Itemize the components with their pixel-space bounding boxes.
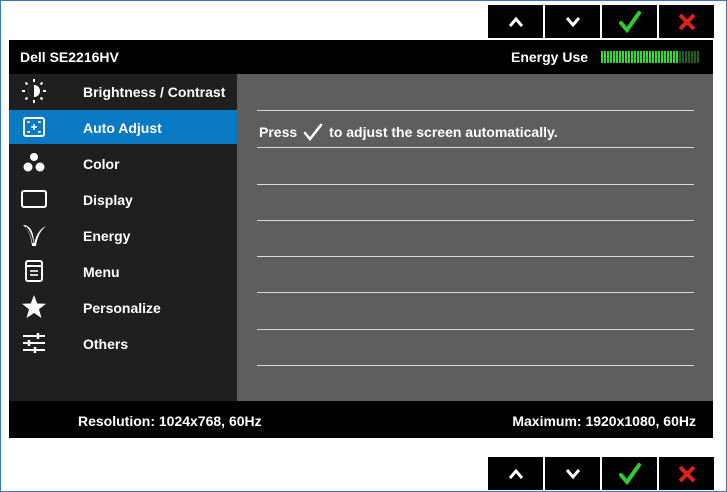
energy-meter-bar bbox=[676, 51, 678, 63]
menu-item-others[interactable]: Others bbox=[9, 326, 237, 360]
energy-meter-bar bbox=[616, 51, 618, 63]
energy-meter-bar bbox=[685, 51, 687, 63]
menu-item-menu[interactable]: Menu bbox=[9, 254, 237, 288]
osd-panel: Dell SE2216HV Energy Use Brightness / Co… bbox=[9, 40, 713, 438]
menu-item-label: Others bbox=[83, 336, 129, 352]
color-dots-icon bbox=[21, 150, 47, 176]
energy-meter-bar bbox=[694, 51, 696, 63]
content-row bbox=[257, 184, 694, 221]
menu-item-display[interactable]: Display bbox=[9, 182, 237, 216]
close-icon bbox=[678, 465, 695, 482]
caret-down-icon bbox=[565, 16, 580, 27]
top-button-bar bbox=[488, 5, 714, 38]
energy-meter-bar bbox=[673, 51, 675, 63]
energy-meter-bar bbox=[640, 51, 642, 63]
content-row bbox=[257, 256, 694, 293]
exit-button[interactable] bbox=[659, 457, 714, 490]
energy-meter-bar bbox=[613, 51, 615, 63]
energy-meter-bar bbox=[658, 51, 660, 63]
energy-meter-bar bbox=[643, 51, 645, 63]
ok-button[interactable] bbox=[602, 457, 657, 490]
menu-item-auto-adjust[interactable]: Auto Adjust bbox=[9, 110, 237, 144]
brightness-icon bbox=[21, 78, 47, 104]
energy-meter-bar bbox=[670, 51, 672, 63]
menu-item-brightness-contrast[interactable]: Brightness / Contrast bbox=[9, 74, 237, 108]
up-button[interactable] bbox=[488, 5, 543, 38]
energy-meter-bar bbox=[661, 51, 663, 63]
auto-adjust-icon bbox=[21, 114, 47, 140]
press-label: Press bbox=[259, 124, 298, 140]
bottom-button-bar bbox=[488, 457, 714, 490]
display-icon bbox=[21, 186, 47, 212]
energy-meter-bar bbox=[601, 51, 603, 63]
main-menu: Brightness / Contrast Auto Adjust Color … bbox=[9, 74, 237, 401]
energy-meter bbox=[601, 51, 699, 63]
content-row bbox=[257, 329, 694, 366]
menu-item-label: Energy bbox=[83, 228, 131, 244]
energy-meter-bar bbox=[646, 51, 648, 63]
menu-item-label: Brightness / Contrast bbox=[83, 84, 226, 100]
menu-item-color[interactable]: Color bbox=[9, 146, 237, 180]
menu-item-energy[interactable]: Energy bbox=[9, 218, 237, 252]
close-icon bbox=[678, 13, 695, 30]
content-row bbox=[257, 293, 694, 330]
menu-item-personalize[interactable]: Personalize bbox=[9, 290, 237, 324]
energy-meter-bar bbox=[628, 51, 630, 63]
energy-meter-bar bbox=[649, 51, 651, 63]
current-resolution: Resolution: 1024x768, 60Hz bbox=[78, 413, 262, 429]
energy-meter-bar bbox=[634, 51, 636, 63]
down-button[interactable] bbox=[545, 5, 600, 38]
energy-meter-bar bbox=[697, 51, 699, 63]
check-icon bbox=[618, 462, 641, 485]
energy-meter-bar bbox=[631, 51, 633, 63]
instruction-text: to adjust the screen automatically. bbox=[329, 124, 558, 140]
content-row bbox=[257, 220, 694, 257]
caret-up-icon bbox=[508, 16, 523, 27]
model-name: Dell SE2216HV bbox=[20, 49, 119, 65]
menu-item-label: Menu bbox=[83, 264, 120, 280]
energy-meter-bar bbox=[625, 51, 627, 63]
down-button[interactable] bbox=[545, 457, 600, 490]
menu-item-label: Personalize bbox=[83, 300, 161, 316]
content-panel: Press to adjust the screen automatically… bbox=[237, 74, 713, 401]
maximum-resolution: Maximum: 1920x1080, 60Hz bbox=[512, 413, 696, 429]
energy-meter-bar bbox=[679, 51, 681, 63]
osd-footer: Resolution: 1024x768, 60Hz Maximum: 1920… bbox=[9, 401, 713, 438]
energy-meter-bar bbox=[688, 51, 690, 63]
energy-meter-bar bbox=[655, 51, 657, 63]
menu-item-label: Color bbox=[83, 156, 120, 172]
leaf-icon bbox=[21, 222, 47, 248]
content-row-instruction: Press to adjust the screen automatically… bbox=[257, 111, 694, 148]
check-icon bbox=[303, 123, 323, 141]
energy-meter-bar bbox=[607, 51, 609, 63]
check-icon bbox=[618, 10, 641, 33]
energy-meter-bar bbox=[691, 51, 693, 63]
osd-header: Dell SE2216HV Energy Use bbox=[9, 40, 713, 74]
star-icon bbox=[21, 294, 47, 320]
caret-up-icon bbox=[508, 468, 523, 479]
energy-use-label: Energy Use bbox=[511, 49, 589, 65]
energy-meter-bar bbox=[610, 51, 612, 63]
energy-meter-bar bbox=[604, 51, 606, 63]
energy-meter-bar bbox=[619, 51, 621, 63]
ok-button[interactable] bbox=[602, 5, 657, 38]
energy-meter-bar bbox=[622, 51, 624, 63]
energy-meter-bar bbox=[637, 51, 639, 63]
energy-meter-bar bbox=[652, 51, 654, 63]
menu-item-label: Display bbox=[83, 192, 133, 208]
content-row bbox=[257, 74, 694, 111]
sliders-icon bbox=[21, 330, 47, 356]
caret-down-icon bbox=[565, 468, 580, 479]
energy-meter-bar bbox=[682, 51, 684, 63]
menu-icon bbox=[21, 258, 47, 284]
energy-meter-bar bbox=[667, 51, 669, 63]
up-button[interactable] bbox=[488, 457, 543, 490]
exit-button[interactable] bbox=[659, 5, 714, 38]
menu-item-label: Auto Adjust bbox=[83, 120, 162, 136]
energy-meter-bar bbox=[664, 51, 666, 63]
content-row bbox=[257, 148, 694, 185]
